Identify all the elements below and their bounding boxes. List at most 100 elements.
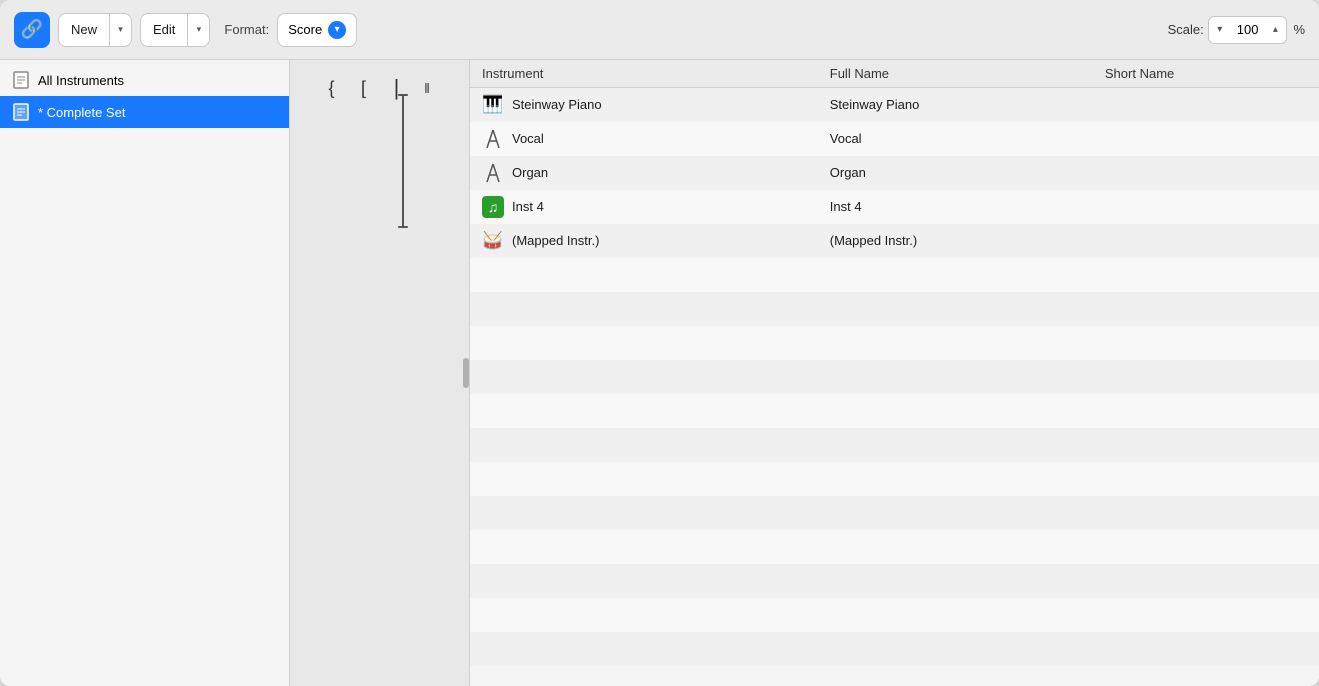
scale-value: 100 xyxy=(1231,22,1265,37)
empty-cell xyxy=(470,258,818,292)
empty-table-row xyxy=(470,564,1319,598)
scale-controls: ▾ 100 ▴ xyxy=(1208,16,1288,44)
scale-down-button[interactable]: ▾ xyxy=(1209,17,1231,43)
full-name-cell-2: Organ xyxy=(818,156,1093,190)
instrument-cell-1: Vocal xyxy=(470,122,818,156)
short-name-cell-0 xyxy=(1093,88,1319,122)
edit-button[interactable]: Edit xyxy=(141,14,187,46)
table-row[interactable]: 🎹Steinway PianoSteinway Piano xyxy=(470,88,1319,122)
empty-table-row xyxy=(470,292,1319,326)
empty-cell xyxy=(470,292,818,326)
empty-cell xyxy=(1093,564,1319,598)
empty-table-row xyxy=(470,632,1319,666)
instrument-name-1: Vocal xyxy=(512,131,544,146)
empty-cell xyxy=(1093,394,1319,428)
edit-button-group: Edit ▾ xyxy=(140,13,210,47)
empty-table-row xyxy=(470,496,1319,530)
empty-cell xyxy=(1093,258,1319,292)
empty-cell xyxy=(470,326,818,360)
table-row[interactable]: ♫Inst 4Inst 4 xyxy=(470,190,1319,224)
column-header-instrument: Instrument xyxy=(470,60,818,88)
new-button[interactable]: New xyxy=(59,14,109,46)
empty-cell xyxy=(1093,530,1319,564)
scale-percent: % xyxy=(1293,22,1305,37)
content-area: { [ | ‖ xyxy=(290,60,1319,686)
short-name-cell-1 xyxy=(1093,122,1319,156)
empty-cell xyxy=(818,360,1093,394)
empty-cell xyxy=(470,462,818,496)
scale-section: Scale: ▾ 100 ▴ % xyxy=(1168,16,1305,44)
empty-cell xyxy=(818,530,1093,564)
short-name-cell-2 xyxy=(1093,156,1319,190)
empty-cell xyxy=(818,394,1093,428)
empty-cell xyxy=(1093,462,1319,496)
all-instruments-icon xyxy=(12,71,30,89)
empty-cell xyxy=(470,530,818,564)
empty-cell xyxy=(1093,360,1319,394)
empty-cell xyxy=(1093,428,1319,462)
format-label: Format: xyxy=(224,22,269,37)
table-row[interactable]: 🥁 (Mapped Instr.) (Mapped Instr.) xyxy=(470,224,1319,258)
empty-cell xyxy=(470,428,818,462)
complete-set-icon xyxy=(12,103,30,121)
bracket-col-scrollbar[interactable] xyxy=(463,358,469,388)
sidebar-item-complete-set[interactable]: * Complete Set xyxy=(0,96,289,128)
table-row[interactable]: OrganOrgan xyxy=(470,156,1319,190)
bracket-bottom-serif xyxy=(398,226,408,228)
table-row[interactable]: Vocal Vocal xyxy=(470,122,1319,156)
instrument-icon-0: 🎹 xyxy=(482,94,504,116)
instrument-cell-0: 🎹Steinway Piano xyxy=(470,88,818,122)
main-content: All Instruments * Complete Set xyxy=(0,60,1319,686)
empty-cell xyxy=(818,326,1093,360)
instrument-icon-3: ♫ xyxy=(482,196,504,218)
toolbar: 🔗 New ▾ Edit ▾ Format: Score ▾ Scale: ▾ … xyxy=(0,0,1319,60)
app-window: 🔗 New ▾ Edit ▾ Format: Score ▾ Scale: ▾ … xyxy=(0,0,1319,686)
empty-cell xyxy=(1093,632,1319,666)
empty-cell xyxy=(1093,598,1319,632)
full-name-cell-4: (Mapped Instr.) xyxy=(818,224,1093,258)
instrument-cell-2: Organ xyxy=(470,156,818,190)
full-name-cell-1: Vocal xyxy=(818,122,1093,156)
table-header-row: Instrument Full Name Short Name xyxy=(470,60,1319,88)
empty-cell xyxy=(818,632,1093,666)
empty-cell xyxy=(1093,292,1319,326)
empty-table-row xyxy=(470,258,1319,292)
bracket-column: { [ | ‖ xyxy=(290,60,470,686)
instrument-cell-4: 🥁 (Mapped Instr.) xyxy=(470,224,818,258)
edit-dropdown-arrow[interactable]: ▾ xyxy=(187,14,209,46)
sidebar-item-all-instruments[interactable]: All Instruments xyxy=(0,64,289,96)
empty-table-row xyxy=(470,530,1319,564)
instrument-name-4: (Mapped Instr.) xyxy=(512,233,599,248)
empty-cell xyxy=(470,564,818,598)
new-dropdown-arrow[interactable]: ▾ xyxy=(109,14,131,46)
scale-up-button[interactable]: ▴ xyxy=(1264,17,1286,43)
double-barline-icon[interactable]: ‖ xyxy=(412,72,444,104)
empty-cell xyxy=(818,462,1093,496)
short-name-cell-3 xyxy=(1093,190,1319,224)
right-panel: { [ | ‖ xyxy=(290,60,1319,686)
instrument-icon-4: 🥁 xyxy=(482,230,504,252)
link-icon: 🔗 xyxy=(21,19,43,40)
full-name-cell-0: Steinway Piano xyxy=(818,88,1093,122)
empty-table-row xyxy=(470,360,1319,394)
empty-cell xyxy=(470,394,818,428)
scale-label: Scale: xyxy=(1168,22,1204,37)
link-button[interactable]: 🔗 xyxy=(14,12,50,48)
empty-cell xyxy=(818,564,1093,598)
empty-table-row xyxy=(470,598,1319,632)
sidebar-item-complete-set-label: * Complete Set xyxy=(38,105,125,120)
column-header-short-name: Short Name xyxy=(1093,60,1319,88)
table-area[interactable]: Instrument Full Name Short Name 🎹Steinwa… xyxy=(470,60,1319,686)
empty-cell xyxy=(818,428,1093,462)
empty-table-row xyxy=(470,462,1319,496)
instrument-icon-1 xyxy=(482,128,504,150)
empty-cell xyxy=(1093,326,1319,360)
instrument-icon-2 xyxy=(482,162,504,184)
empty-cell xyxy=(470,360,818,394)
curly-bracket-icon[interactable]: { xyxy=(316,72,348,104)
empty-cell xyxy=(470,496,818,530)
square-bracket-icon[interactable]: [ xyxy=(348,72,380,104)
score-dropdown-icon: ▾ xyxy=(328,21,346,39)
instrument-name-3: Inst 4 xyxy=(512,199,544,214)
score-dropdown[interactable]: Score ▾ xyxy=(277,13,357,47)
